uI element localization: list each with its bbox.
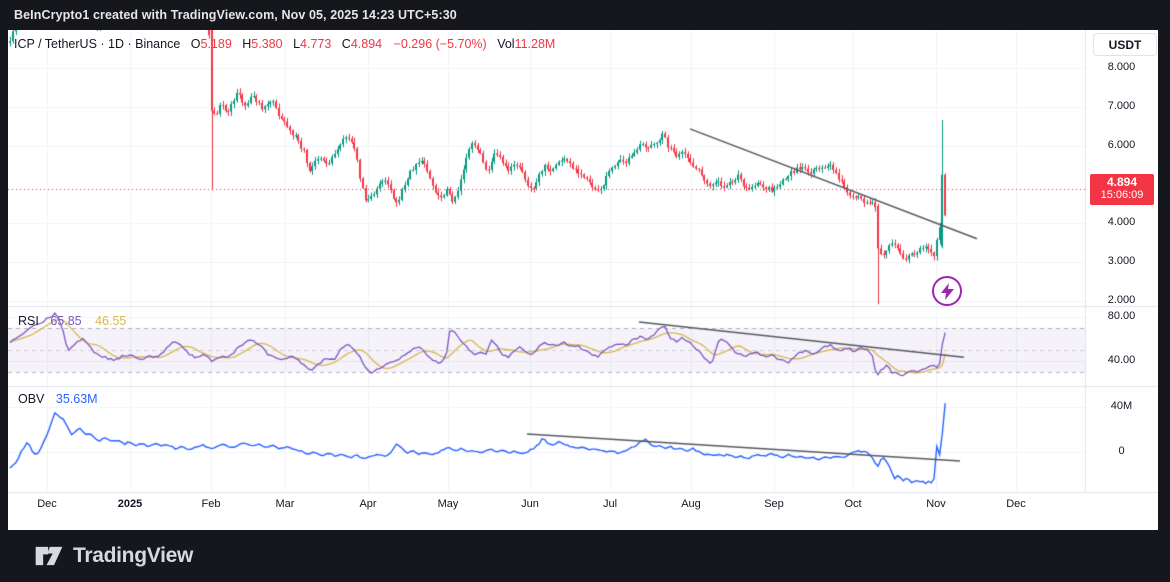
lightning-badge[interactable]	[932, 276, 962, 306]
price-chart-canvas[interactable]	[8, 30, 1158, 530]
bar-countdown: 15:06:09	[1090, 189, 1154, 202]
price-tick-label: 2.000	[1087, 294, 1156, 306]
tradingview-wordmark: TradingView	[73, 544, 193, 568]
high-label: H	[242, 37, 251, 51]
time-axis-label: Aug	[681, 498, 701, 510]
time-axis-label: Mar	[276, 498, 295, 510]
time-axis-label: Dec	[1006, 498, 1026, 510]
time-axis-label: Apr	[359, 498, 376, 510]
tradingview-icon	[34, 544, 64, 568]
symbol-legend[interactable]: ICP / TetherUS · 1D · Binance O5.189 H5.…	[14, 37, 555, 51]
symbol-title: ICP / TetherUS · 1D · Binance	[14, 37, 180, 51]
price-tick-label: 6.000	[1087, 139, 1156, 151]
volume-label: Vol	[497, 37, 514, 51]
tradingview-logo[interactable]: TradingView	[0, 544, 193, 568]
last-price-label[interactable]: 4.894 15:06:09	[1090, 174, 1154, 205]
close-value: 4.894	[351, 37, 382, 51]
rsi-tick-label: 40.00	[1087, 354, 1156, 366]
low-label: L	[293, 37, 300, 51]
price-tick-label: 7.000	[1087, 100, 1156, 112]
rsi-value: 65.85	[50, 314, 81, 328]
obv-label: OBV	[18, 392, 44, 406]
last-price-value: 4.894	[1090, 176, 1154, 189]
lightning-icon	[940, 283, 955, 300]
time-axis-label: Nov	[926, 498, 946, 510]
attribution-text: BeInCrypto1 created with TradingView.com…	[0, 8, 457, 22]
obv-tick-label: 0	[1087, 445, 1156, 457]
close-label: C	[342, 37, 351, 51]
open-label: O	[191, 37, 201, 51]
change-value: −0.296 (−5.70%)	[394, 37, 487, 51]
rsi-tick-label: 80.00	[1087, 310, 1156, 322]
attribution-bar: BeInCrypto1 created with TradingView.com…	[0, 0, 1170, 30]
volume-value: 11.28M	[515, 37, 556, 51]
time-axis-label: Oct	[844, 498, 861, 510]
footer-bar: TradingView	[0, 530, 1170, 582]
time-axis-label: Sep	[764, 498, 784, 510]
obv-tick-label: 40M	[1087, 400, 1156, 412]
price-tick-label: 4.000	[1087, 216, 1156, 228]
time-axis-label: Jul	[603, 498, 617, 510]
low-value: 4.773	[300, 37, 331, 51]
obv-value: 35.63M	[56, 392, 98, 406]
chart-region[interactable]: ICP / TetherUS · 1D · Binance O5.189 H5.…	[8, 30, 1158, 530]
time-axis-label: Feb	[202, 498, 221, 510]
time-axis-label: May	[438, 498, 459, 510]
rsi-label: RSI	[18, 314, 39, 328]
time-axis-label: Dec	[37, 498, 57, 510]
tradingview-screenshot: BeInCrypto1 created with TradingView.com…	[0, 0, 1170, 582]
high-value: 5.380	[251, 37, 282, 51]
price-tick-label: 3.000	[1087, 255, 1156, 267]
time-axis-label: 2025	[118, 498, 142, 510]
rsi-legend[interactable]: RSI 65.85 46.55	[18, 314, 126, 328]
price-tick-label: 8.000	[1087, 61, 1156, 73]
open-value: 5.189	[201, 37, 232, 51]
time-axis-label: Jun	[521, 498, 539, 510]
rsi-ma-value: 46.55	[95, 314, 126, 328]
obv-legend[interactable]: OBV 35.63M	[18, 392, 98, 406]
currency-toggle-button[interactable]: USDT	[1093, 33, 1157, 56]
